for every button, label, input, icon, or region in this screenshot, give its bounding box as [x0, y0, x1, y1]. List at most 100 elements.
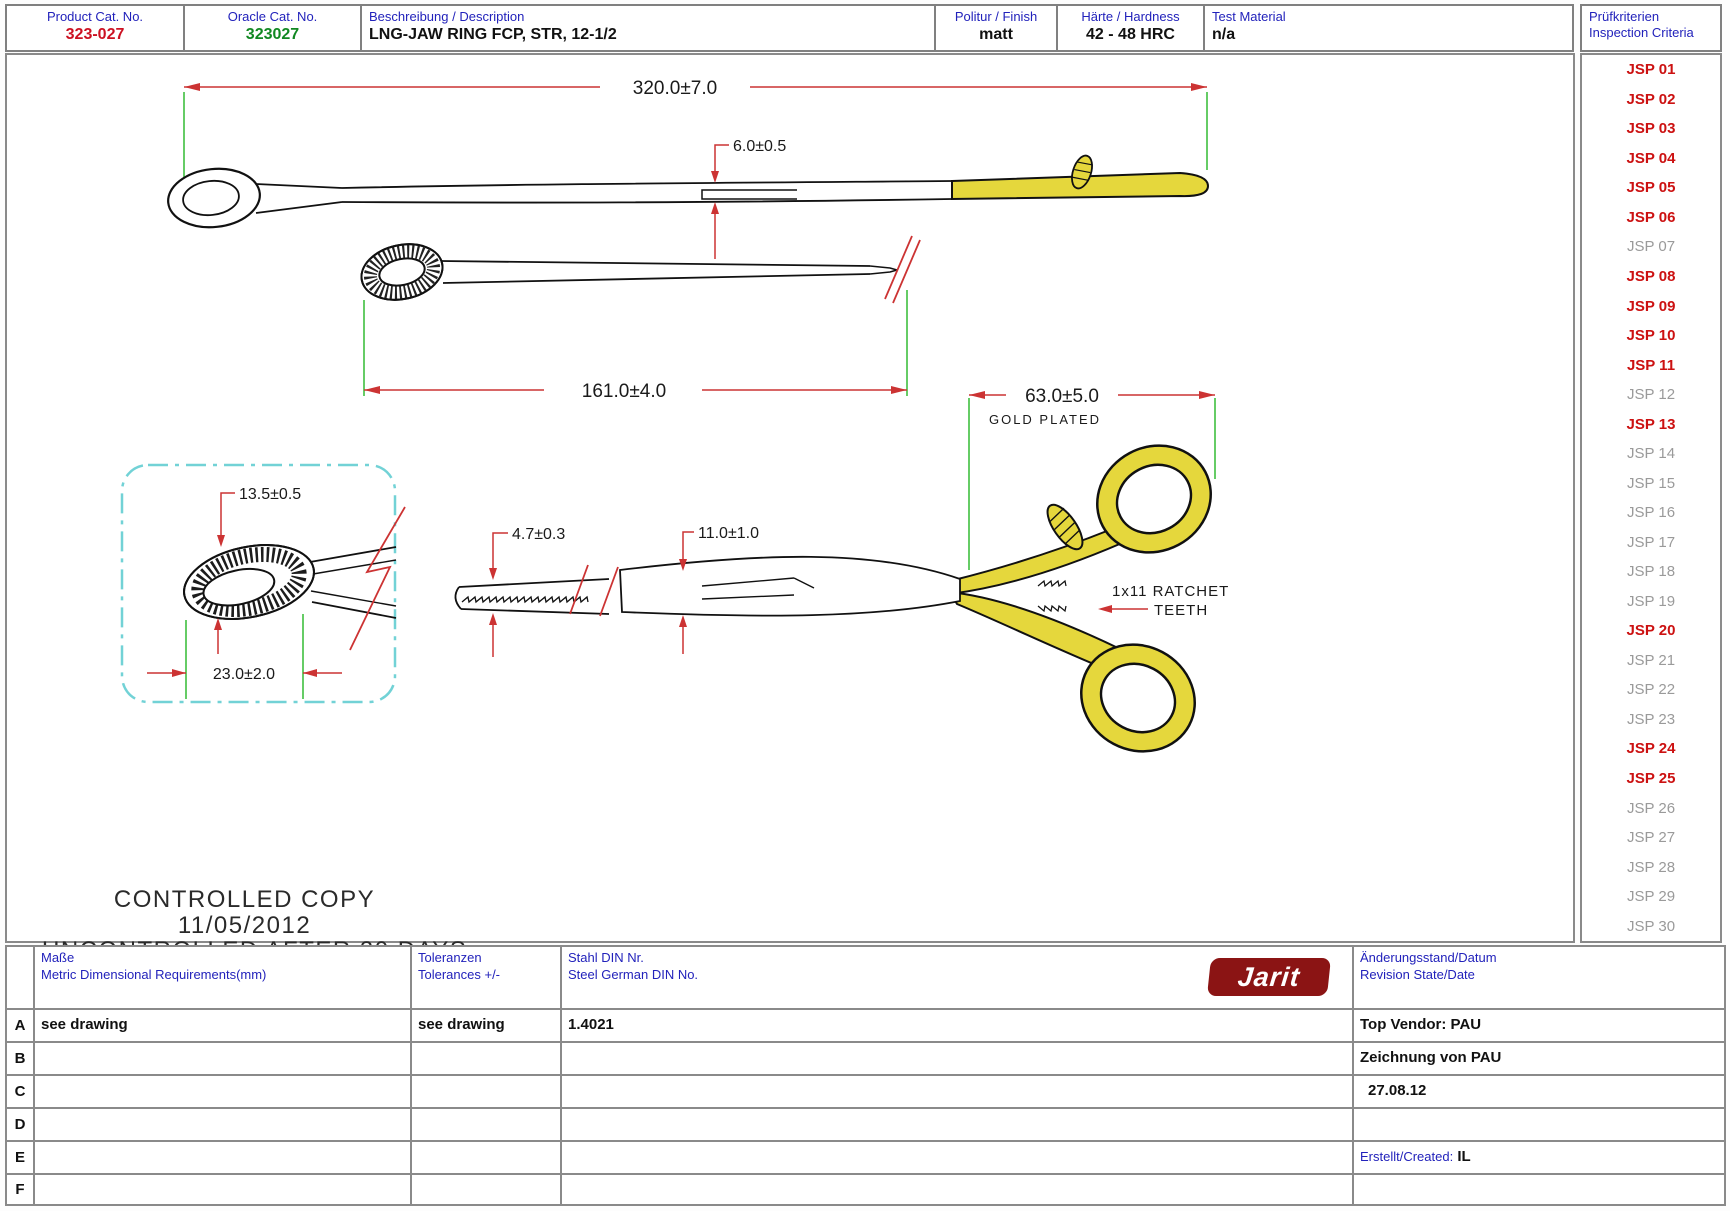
oracle-cat-label: Oracle Cat. No.	[192, 9, 353, 25]
finish-cell: Politur / Finish matt	[934, 4, 1058, 52]
forceps-drawing-svg: 320.0±7.0 6.0±0.5	[7, 55, 1573, 941]
row-d-revision	[1352, 1107, 1726, 1142]
row-f-revision	[1352, 1173, 1726, 1206]
rev-label-de: Änderungsstand/Datum	[1360, 949, 1718, 966]
row-f-steel	[560, 1173, 1354, 1206]
ratchet-arrow	[1098, 605, 1112, 613]
jarit-logo-text: Jarit	[1236, 962, 1301, 993]
jsp-item: JSP 28	[1582, 859, 1720, 876]
row-f-tolerance	[410, 1173, 562, 1206]
row-f-mass	[33, 1173, 412, 1206]
ratchet-label-line1: 1x11 RATCHET	[1112, 583, 1229, 600]
jsp-item: JSP 14	[1582, 445, 1720, 462]
row-label: B	[5, 1041, 35, 1076]
dim-ring-width: 23.0±2.0	[213, 666, 275, 683]
ratchet-teeth-lower	[1038, 606, 1066, 611]
lower-shank	[950, 592, 1118, 670]
footer-revision-header: Änderungsstand/Datum Revision State/Date	[1352, 945, 1726, 1010]
row-e-mass	[33, 1140, 412, 1175]
inspection-criteria-header-cell: Prüfkriterien Inspection Criteria	[1580, 4, 1722, 52]
description-value: LNG-JAW RING FCP, STR, 12-1/2	[369, 25, 927, 45]
row-d-steel	[560, 1107, 1354, 1142]
stamp-line2: 11/05/2012	[42, 913, 447, 938]
row-c-mass	[33, 1074, 412, 1109]
ratchet-label-line2: TEETH	[1154, 602, 1208, 619]
middle-jaw-view	[356, 236, 920, 307]
jsp-item: JSP 27	[1582, 829, 1720, 846]
row-b-tolerance	[410, 1041, 562, 1076]
row-b-steel	[560, 1041, 1354, 1076]
oracle-cat-value: 323027	[192, 25, 353, 45]
jsp-item: JSP 21	[1582, 652, 1720, 669]
jsp-item: JSP 05	[1582, 179, 1720, 196]
mass-label-en: Metric Dimensional Requirements(mm)	[41, 966, 404, 983]
lower-jaw-view	[455, 557, 960, 616]
upper-shank	[950, 529, 1122, 594]
jaw-serrations	[462, 597, 588, 602]
created-value: IL	[1457, 1148, 1470, 1165]
row-c-steel	[560, 1074, 1354, 1109]
ratchet-annotation: 1x11 RATCHET TEETH	[1098, 583, 1229, 619]
jarit-logo: Jarit	[1207, 958, 1331, 996]
technical-drawing-area: 320.0±7.0 6.0±0.5	[5, 53, 1575, 943]
revision-value: 27.08.12	[1368, 1078, 1718, 1104]
criteria-label-de: Prüfkriterien	[1589, 9, 1713, 25]
jsp-item: JSP 01	[1582, 61, 1720, 78]
footer-corner-cell	[5, 945, 35, 1010]
row-label: E	[5, 1140, 35, 1175]
jsp-item: JSP 18	[1582, 563, 1720, 580]
row-label: D	[5, 1107, 35, 1142]
rev-label-en: Revision State/Date	[1360, 966, 1718, 983]
dim-shaft-height: 6.0±0.5	[733, 138, 786, 155]
inspection-criteria-list: JSP 01 JSP 02 JSP 03 JSP 04 JSP 05 JSP 0…	[1580, 53, 1722, 943]
top-view-instrument	[165, 153, 1208, 232]
gold-plated-label: GOLD PLATED	[989, 412, 1101, 427]
test-material-cell: Test Material n/a	[1203, 4, 1574, 52]
jsp-item: JSP 13	[1582, 416, 1720, 433]
tip-width-dimension: 4.7±0.3	[489, 526, 565, 657]
description-label: Beschreibung / Description	[369, 9, 927, 25]
criteria-label-en: Inspection Criteria	[1589, 25, 1713, 41]
row-a-steel: 1.4021	[560, 1008, 1354, 1043]
jsp-item: JSP 30	[1582, 918, 1720, 935]
row-b-mass	[33, 1041, 412, 1076]
jsp-item: JSP 09	[1582, 298, 1720, 315]
jsp-item: JSP 19	[1582, 593, 1720, 610]
row-e-revision: Erstellt/Created: IL	[1352, 1140, 1726, 1175]
jsp-item: JSP 12	[1582, 386, 1720, 403]
test-material-value: n/a	[1212, 25, 1565, 45]
jsp-item: JSP 07	[1582, 238, 1720, 255]
revision-value: Top Vendor: PAU	[1360, 1012, 1718, 1038]
break-mark	[350, 507, 405, 650]
stamp-line1: CONTROLLED COPY	[42, 887, 447, 913]
jsp-item: JSP 16	[1582, 504, 1720, 521]
product-cat-cell: Product Cat. No. 323-027	[5, 4, 185, 52]
jsp-item: JSP 06	[1582, 209, 1720, 226]
dim-jaw-length: 161.0±4.0	[582, 381, 666, 402]
description-cell: Beschreibung / Description LNG-JAW RING …	[360, 4, 936, 52]
hardness-cell: Härte / Hardness 42 - 48 HRC	[1056, 4, 1205, 52]
footer-mass-header: Maße Metric Dimensional Requirements(mm)	[33, 945, 412, 1010]
mass-value: see drawing	[41, 1012, 404, 1038]
jsp-item: JSP 26	[1582, 800, 1720, 817]
steel-value: 1.4021	[568, 1012, 1346, 1038]
row-e-tolerance	[410, 1140, 562, 1175]
spec-sheet-page: Product Cat. No. 323-027 Oracle Cat. No.…	[0, 0, 1730, 1211]
mass-label-de: Maße	[41, 949, 404, 966]
row-d-tolerance	[410, 1107, 562, 1142]
finish-label: Politur / Finish	[943, 9, 1049, 25]
dim-tip-width: 4.7±0.3	[512, 526, 565, 543]
jsp-item: JSP 15	[1582, 475, 1720, 492]
dim-ring-height: 13.5±0.5	[239, 486, 301, 503]
row-d-mass	[33, 1107, 412, 1142]
jsp-item: JSP 23	[1582, 711, 1720, 728]
jsp-item: JSP 11	[1582, 357, 1720, 374]
row-a-revision: Top Vendor: PAU	[1352, 1008, 1726, 1043]
ratchet-teeth-upper	[1038, 581, 1066, 586]
hardness-value: 42 - 48 HRC	[1065, 25, 1196, 45]
dim-joint-width: 11.0±1.0	[698, 525, 759, 542]
tol-label-de: Toleranzen	[418, 949, 554, 966]
tol-label-en: Tolerances +/-	[418, 966, 554, 983]
row-a-mass: see drawing	[33, 1008, 412, 1043]
jsp-item: JSP 08	[1582, 268, 1720, 285]
